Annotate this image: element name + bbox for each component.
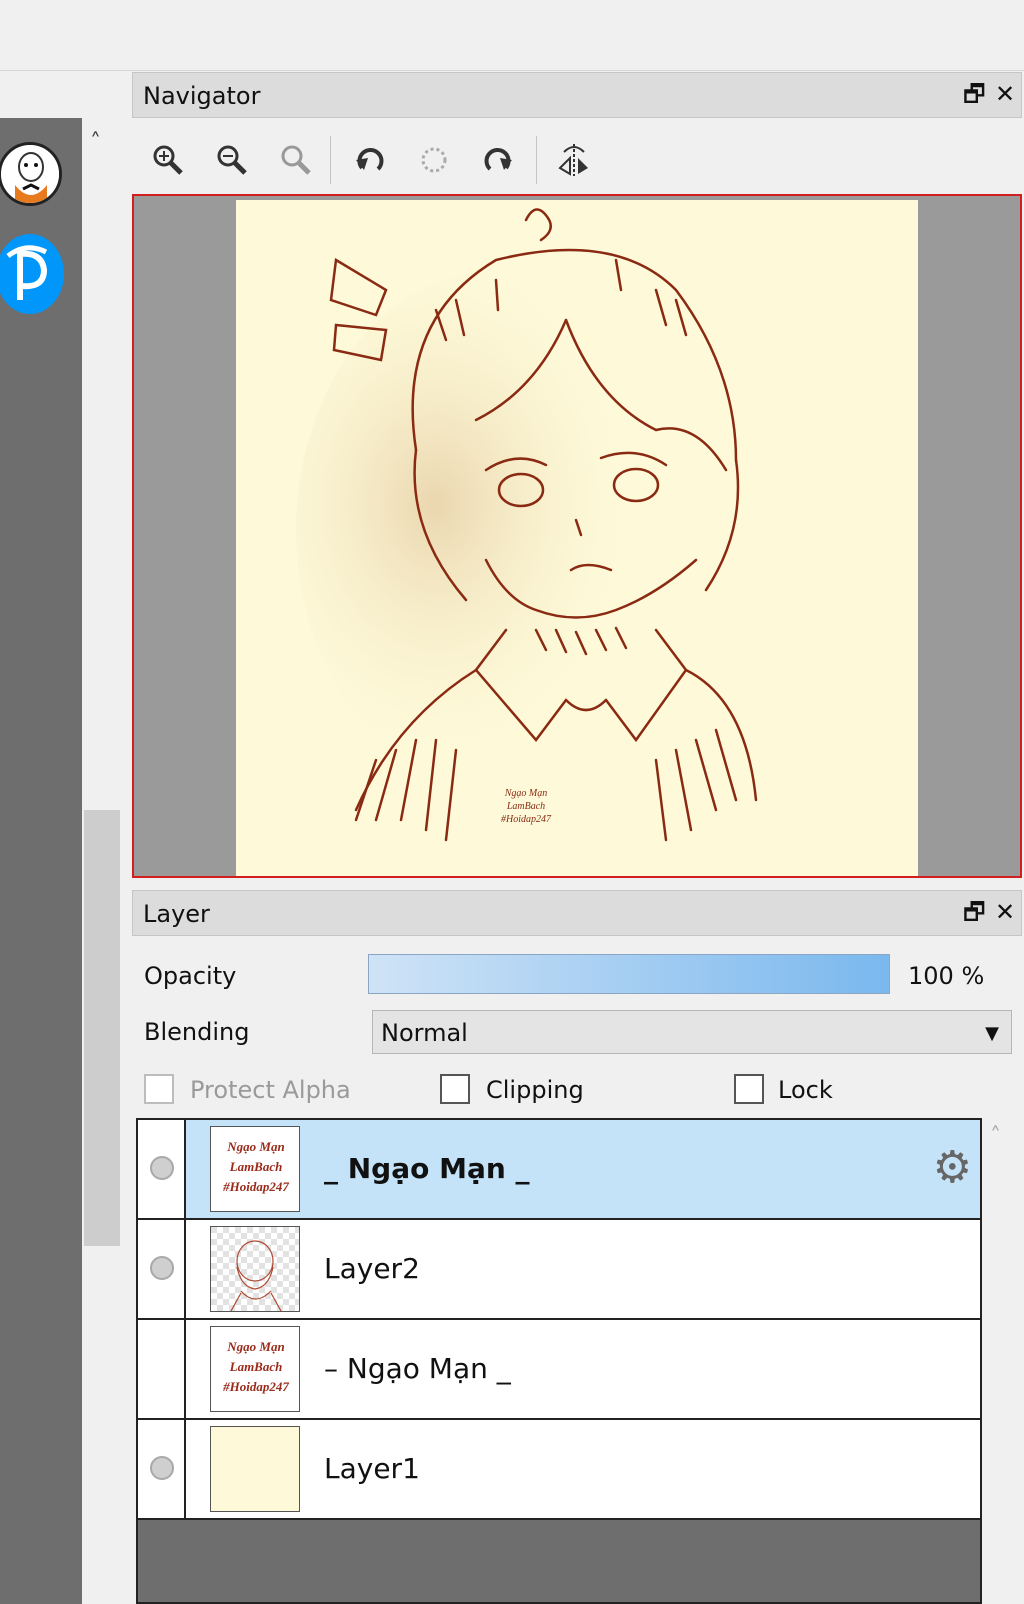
layer-thumbnail: Ngạo Mạn LamBach #Hoidap247 [210,1126,300,1212]
layer-name: Layer2 [324,1252,420,1285]
rotate-right-icon[interactable] [480,142,516,178]
rotate-reset-icon[interactable] [416,142,452,178]
zoom-out-icon[interactable] [214,142,250,178]
clipping-checkbox[interactable] [440,1074,470,1104]
layer-name: – Ngạo Mạn _ [324,1352,511,1385]
lock-checkbox[interactable] [734,1074,764,1104]
layer-visibility[interactable] [138,1420,186,1518]
opacity-label: Opacity [144,962,237,990]
watermark-line: LamBach [506,801,545,812]
layer-titlebar: Layer 🗗 ✕ [132,890,1022,936]
blending-select[interactable]: Normal ▼ [372,1010,1012,1054]
restore-icon[interactable]: 🗗 [963,81,986,107]
navigator-title: Navigator [143,82,261,110]
clipping-label: Clipping [486,1076,584,1104]
layer-row[interactable]: Layer1 [138,1420,980,1520]
layer-list: Ngạo Mạn LamBach #Hoidap247 _ Ngạo Mạn _… [136,1118,982,1604]
navigator-toolbar [132,122,1022,196]
layer-thumbnail: Ngạo Mạn LamBach #Hoidap247 [210,1326,300,1412]
thumb-text: LamBach [229,1359,283,1374]
layer-row[interactable]: Ngạo Mạn LamBach #Hoidap247 – Ngạo Mạn _ [138,1320,980,1420]
thumb-text: Ngạo Mạn [226,1139,284,1154]
left-panel [0,118,82,1604]
flip-horizontal-icon[interactable] [556,142,592,178]
visibility-dot[interactable] [150,1256,174,1280]
chevron-down-icon: ▼ [985,1023,999,1044]
scroll-up-arrow[interactable]: ˄ [90,130,101,155]
zoom-in-icon[interactable] [150,142,186,178]
lock-label: Lock [778,1076,833,1104]
protect-alpha-label: Protect Alpha [190,1076,351,1104]
layer-name: Layer1 [324,1452,420,1485]
blending-value: Normal [381,1019,468,1047]
blending-label: Blending [144,1018,250,1046]
thumb-text: #Hoidap247 [222,1379,289,1394]
opacity-value: 100 % [908,962,985,990]
layer-visibility[interactable] [138,1220,186,1318]
sketch-illustration: Ngạo Mạn LamBach #Hoidap247 [296,208,758,842]
thumb-text: LamBach [229,1159,283,1174]
restore-icon[interactable]: 🗗 [963,899,986,925]
scroll-thumb[interactable] [84,810,120,1246]
layers-scroll-up-arrow[interactable]: ˄ [990,1124,1001,1149]
layer-thumbnail [210,1226,300,1312]
toolbar-separator [536,136,537,184]
protect-alpha-checkbox[interactable] [144,1074,174,1104]
navigator-preview[interactable]: Ngạo Mạn LamBach #Hoidap247 [132,194,1022,878]
gear-icon[interactable]: ⚙ [933,1144,972,1192]
rotate-left-icon[interactable] [352,142,388,178]
pixiv-avatar[interactable] [0,234,64,314]
layer-visibility[interactable] [138,1120,186,1218]
layer-row[interactable]: Layer2 [138,1220,980,1320]
close-icon[interactable]: ✕ [995,899,1015,925]
thumb-text: #Hoidap247 [222,1179,289,1194]
layer-name: _ Ngạo Mạn _ [324,1152,530,1185]
toolbar-separator [330,136,331,184]
canvas-preview: Ngạo Mạn LamBach #Hoidap247 [236,200,918,876]
layer-panel-title: Layer [143,900,210,928]
close-icon[interactable]: ✕ [995,81,1015,107]
layer-thumbnail [210,1426,300,1512]
left-panel-header [0,72,122,119]
alpaca-avatar[interactable] [0,142,62,206]
opacity-slider[interactable] [368,954,890,994]
watermark-line: Ngạo Mạn [504,788,548,799]
visibility-dot[interactable] [150,1456,174,1480]
navigator-titlebar: Navigator 🗗 ✕ [132,72,1022,118]
layer-row[interactable]: Ngạo Mạn LamBach #Hoidap247 _ Ngạo Mạn _… [138,1120,980,1220]
zoom-reset-icon[interactable] [278,142,314,178]
watermark-line: #Hoidap247 [501,814,552,825]
layer-visibility[interactable] [138,1320,186,1418]
visibility-dot[interactable] [150,1156,174,1180]
thumb-text: Ngạo Mạn [226,1339,284,1354]
top-toolbar-area [0,0,1024,71]
